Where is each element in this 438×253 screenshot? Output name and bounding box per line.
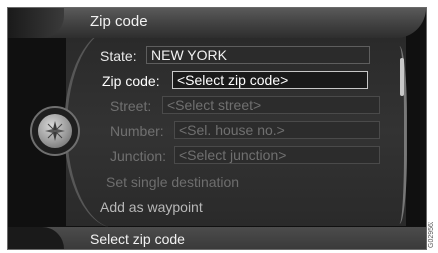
field-zip-code-label: Zip code: — [102, 73, 160, 89]
field-zip-code-value[interactable]: <Select zip code> — [172, 71, 368, 89]
title-bar: Zip code — [8, 8, 426, 38]
field-street-value: <Select street> — [162, 96, 380, 114]
status-bar: Select zip code — [8, 227, 426, 249]
field-junction: Junction: <Select junction> — [110, 146, 382, 166]
control-knob[interactable] — [30, 106, 80, 156]
field-state[interactable]: State: NEW YORK — [100, 46, 372, 66]
field-street-label: Street: — [110, 98, 152, 114]
field-zip-code[interactable]: Zip code: <Select zip code> — [102, 71, 374, 91]
page-title: Zip code — [90, 13, 148, 30]
add-as-waypoint-item[interactable]: Add as waypoint — [100, 199, 203, 215]
status-text: Select zip code — [90, 231, 185, 247]
field-number-label: Number: — [110, 123, 164, 139]
field-state-label: State: — [100, 48, 137, 64]
field-street: Street: <Select street> — [110, 96, 382, 116]
scrollbar-thumb[interactable] — [400, 58, 404, 96]
set-single-destination-item[interactable]: Set single destination — [106, 174, 239, 190]
field-state-value[interactable]: NEW YORK — [146, 46, 370, 64]
scrollbar-track[interactable] — [388, 46, 407, 224]
field-junction-label: Junction: — [110, 148, 167, 164]
compass-knob-icon — [38, 114, 72, 148]
field-number-value: <Sel. house no.> — [174, 121, 380, 139]
field-number: Number: <Sel. house no.> — [110, 121, 382, 141]
navigation-screen: Zip code State: NEW YORK Zip code: <Sele… — [7, 7, 427, 250]
image-code: G029562 — [428, 222, 435, 248]
field-junction-value: <Select junction> — [174, 146, 380, 164]
